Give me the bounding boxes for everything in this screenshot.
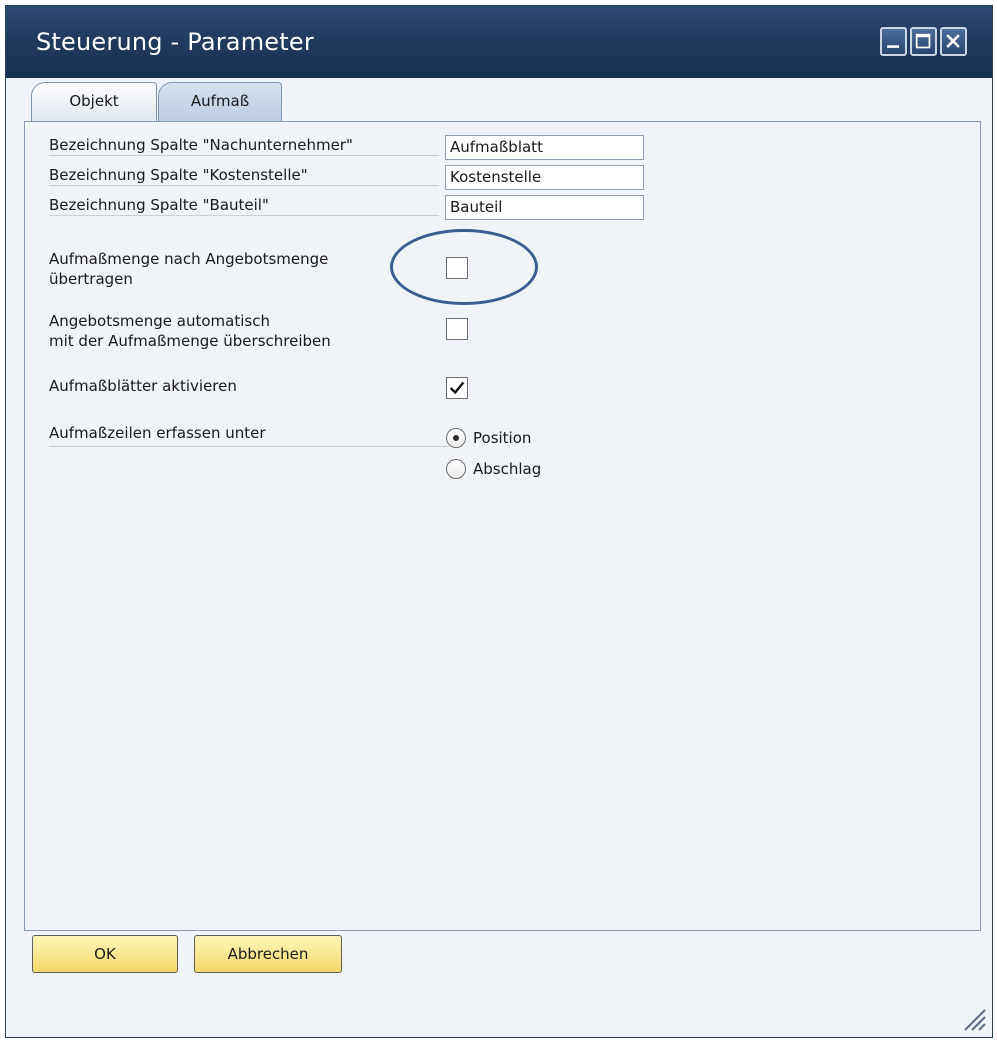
field-label-nachunternehmer: Bezeichnung Spalte "Nachunternehmer" <box>49 136 439 156</box>
checkbox-label-line1: Aufmaßmenge nach Angebotsmenge <box>49 250 329 268</box>
tab-objekt-label: Objekt <box>69 92 119 110</box>
angebotsmenge-ueberschreiben-checkbox[interactable] <box>446 318 468 340</box>
tab-objekt[interactable]: Objekt <box>31 82 157 124</box>
maximize-icon <box>915 33 931 49</box>
minimize-icon <box>887 45 900 48</box>
dialog-window: Steuerung - Parameter Objekt Aufmaß Beze… <box>5 5 993 1038</box>
ok-button[interactable]: OK <box>32 935 178 973</box>
tab-aufmass[interactable]: Aufmaß <box>158 82 282 124</box>
close-icon <box>946 34 960 48</box>
field-label-bauteil: Bezeichnung Spalte "Bauteil" <box>49 196 439 216</box>
checkbox-label-line2: mit der Aufmaßmenge überschreiben <box>49 332 331 350</box>
minimize-button[interactable] <box>880 27 907 56</box>
radio-group-label: Aufmaßzeilen erfassen unter <box>49 424 449 447</box>
aufmassblaetter-checkbox[interactable] <box>446 377 468 399</box>
checkbox-label-line1: Angebotsmenge automatisch <box>49 312 270 330</box>
kostenstelle-input[interactable]: Kostenstelle <box>445 165 644 190</box>
field-label-kostenstelle: Bezeichnung Spalte "Kostenstelle" <box>49 166 439 186</box>
abschlag-radio-label[interactable]: Abschlag <box>473 460 541 478</box>
tab-panel: Bezeichnung Spalte "Nachunternehmer" Auf… <box>24 121 981 931</box>
title-bar[interactable]: Steuerung - Parameter <box>6 6 992 78</box>
checkbox-label-angebotsmenge-ueberschreiben: Angebotsmenge automatisch mit der Aufmaß… <box>49 311 439 351</box>
checkbox-label-aufmassblaetter: Aufmaßblätter aktivieren <box>49 377 237 395</box>
angebotsmenge-uebertragen-checkbox[interactable] <box>446 257 468 279</box>
resize-grip-icon[interactable] <box>961 1006 987 1032</box>
abschlag-radio[interactable] <box>446 459 466 479</box>
position-radio-label[interactable]: Position <box>473 429 531 447</box>
tab-bar: Objekt Aufmaß <box>6 78 992 124</box>
nachunternehmer-input[interactable]: Aufmaßblatt <box>445 135 644 160</box>
bauteil-input[interactable]: Bauteil <box>445 195 644 220</box>
tab-aufmass-label: Aufmaß <box>190 92 250 110</box>
cancel-button[interactable]: Abbrechen <box>194 935 342 973</box>
close-button[interactable] <box>940 27 967 56</box>
checkbox-label-angebotsmenge-uebertragen: Aufmaßmenge nach Angebotsmenge übertrage… <box>49 249 439 289</box>
maximize-button[interactable] <box>910 27 937 56</box>
position-radio[interactable] <box>446 428 466 448</box>
checkmark-icon <box>449 381 465 395</box>
radio-selected-dot <box>453 435 459 441</box>
window-title: Steuerung - Parameter <box>36 28 314 56</box>
checkbox-label-line2: übertragen <box>49 270 133 288</box>
